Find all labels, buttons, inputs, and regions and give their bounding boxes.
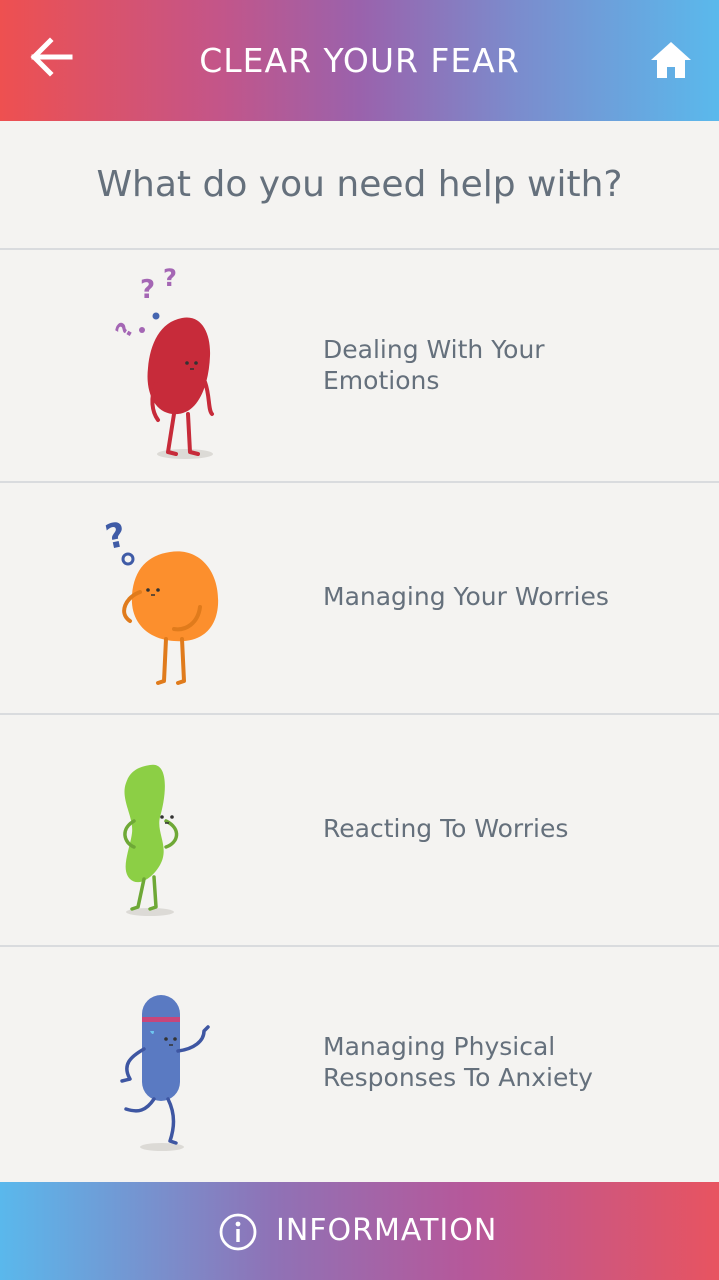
svg-text:?: ? [111, 319, 139, 343]
back-button[interactable] [26, 34, 76, 80]
topic-row-physical[interactable]: Managing Physical Responses To Anxiety [0, 945, 719, 1178]
home-icon [651, 42, 691, 78]
orange-thinking-character: ? [102, 515, 219, 685]
svg-text:?: ? [102, 515, 130, 558]
red-confused-character: ? ? ? [111, 264, 214, 459]
page-prompt: What do you need help with? [96, 164, 623, 205]
topic-label: Managing Physical Responses To Anxiety [323, 1032, 593, 1092]
topic-label: Dealing With Your Emotions [323, 335, 545, 395]
topic-row-worries[interactable]: ? Managing Your Worries [0, 481, 719, 714]
topic-label: Managing Your Worries [323, 582, 609, 611]
topic-row-emotions[interactable]: ? ? ? Dealing With Your Emotions [0, 248, 719, 481]
topic-row-reacting[interactable]: Reacting To Worries [0, 713, 719, 946]
blue-running-character [120, 995, 210, 1151]
information-label: INFORMATION [276, 1213, 498, 1248]
app-header: CLEAR YOUR FEAR [0, 0, 719, 121]
topic-label: Reacting To Worries [323, 814, 569, 843]
back-arrow-icon [30, 37, 73, 77]
home-button[interactable] [648, 38, 694, 82]
info-icon [219, 1213, 257, 1251]
app-title: CLEAR YOUR FEAR [199, 41, 520, 80]
svg-text:?: ? [140, 275, 155, 305]
green-bean-character [123, 764, 179, 916]
svg-text:?: ? [163, 264, 177, 292]
